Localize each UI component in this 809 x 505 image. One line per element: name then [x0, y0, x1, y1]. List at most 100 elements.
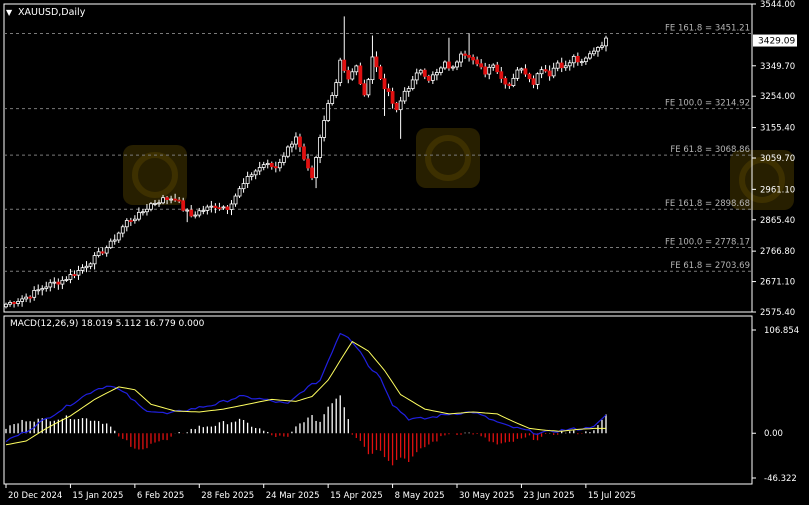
bull-candle: [229, 203, 234, 210]
bull-candle: [4, 303, 8, 308]
macd-tick-label: 0.00: [764, 429, 783, 439]
bear-candle: [507, 83, 512, 86]
time-tick-label: 15 Jan 2025: [72, 491, 123, 501]
bear-candle: [269, 162, 274, 168]
bull-candle: [261, 164, 266, 168]
bull-candle: [402, 90, 407, 102]
bull-candle: [551, 67, 556, 77]
bull-candle: [16, 301, 20, 304]
fib-level-label: FE 161.8 = 3451.21: [665, 24, 750, 34]
bear-candle: [394, 102, 399, 111]
price-chart-canvas[interactable]: FE 161.8 = 3451.21 FE 100.0 = 3214.92 FE 6…: [0, 0, 809, 501]
bull-candle: [241, 183, 246, 190]
bear-candle: [475, 59, 480, 65]
bull-candle: [48, 282, 53, 288]
bear-candle: [463, 53, 467, 56]
time-axis[interactable]: 20 Dec 2024 15 Jan 2025 6 Feb 2025 28 Feb 2…: [5, 484, 636, 501]
bull-candle: [354, 65, 359, 73]
bull-candle: [443, 61, 447, 69]
bear-candle: [28, 296, 33, 299]
bear-candle: [273, 166, 278, 169]
bull-candle: [149, 203, 153, 210]
bull-candle: [583, 57, 588, 63]
current-price-label: 3429.09: [758, 37, 795, 47]
bear-candle: [306, 158, 310, 169]
bull-candle: [249, 174, 254, 177]
bull-candle: [519, 68, 524, 71]
bull-candle: [157, 202, 161, 205]
bull-candle: [539, 69, 544, 75]
bull-candle: [84, 265, 89, 269]
price-tick-label: 3155.40: [760, 124, 795, 134]
current-price-tag: 3429.09: [753, 34, 797, 47]
chart-menu-icon[interactable]: ▼: [6, 8, 13, 17]
macd-header: MACD(12,26,9) 18.019 5.112 16.779 0.000: [10, 319, 205, 329]
bull-candle: [338, 59, 343, 83]
bull-candle: [120, 226, 125, 234]
bear-candle: [523, 68, 528, 75]
bull-candle: [92, 255, 97, 265]
bull-candle: [455, 61, 459, 68]
bull-candle: [205, 206, 210, 211]
bear-candle: [165, 197, 169, 200]
price-tick-label: 3544.00: [760, 0, 795, 10]
bull-candle: [40, 288, 45, 291]
price-tick-label: 3059.70: [760, 154, 795, 164]
price-tick-label: 2961.10: [760, 185, 795, 195]
time-tick-label: 20 Dec 2024: [8, 491, 62, 501]
bull-candle: [136, 211, 141, 220]
bear-candle: [422, 69, 427, 77]
price-tick-label: 3254.00: [760, 92, 795, 102]
candlestick-series: [4, 16, 608, 309]
bear-candle: [189, 209, 194, 217]
bull-candle: [350, 71, 355, 80]
bull-candle: [294, 136, 298, 145]
bull-candle: [116, 232, 121, 241]
bear-candle: [177, 199, 182, 202]
bull-candle: [44, 286, 49, 289]
bull-candle: [88, 263, 93, 267]
trading-terminal-window[interactable]: FE 161.8 = 3451.21 FE 100.0 = 3214.92 FE 6…: [0, 0, 809, 501]
bull-candle: [104, 247, 109, 254]
time-tick-label: 28 Feb 2025: [201, 491, 254, 501]
symbol-title: XAUUSD,Daily: [18, 7, 86, 18]
bull-candle: [24, 296, 29, 300]
bull-candle: [406, 88, 411, 92]
bull-candle: [596, 47, 600, 52]
bull-candle: [535, 73, 540, 85]
bull-candle: [579, 61, 584, 64]
macd-axis: 106.854 0.00 -46.322: [752, 326, 799, 484]
bull-candle: [185, 209, 190, 212]
bull-candle: [52, 281, 57, 284]
bull-candle: [370, 56, 375, 81]
bear-candle: [471, 56, 476, 61]
bull-candle: [285, 146, 290, 157]
bear-candle: [390, 91, 395, 104]
bear-candle: [386, 88, 391, 92]
bear-candle: [12, 302, 16, 304]
bull-candle: [193, 214, 198, 217]
fib-level-label: FE 61.8 = 3068.86: [670, 145, 750, 155]
bull-candle: [265, 162, 270, 166]
bear-candle: [378, 66, 383, 80]
bull-candle: [32, 290, 37, 298]
bull-candle: [64, 279, 69, 281]
bull-candle: [451, 66, 455, 69]
bear-candle: [531, 78, 536, 85]
bear-candle: [72, 274, 77, 276]
bear-candle: [547, 70, 552, 77]
bull-candle: [80, 267, 85, 271]
bull-candle: [153, 202, 157, 205]
bull-candle: [434, 72, 439, 76]
bull-candle: [563, 65, 568, 69]
time-tick-label: 15 Apr 2025: [330, 491, 383, 501]
bull-candle: [314, 157, 318, 179]
bear-candle: [173, 198, 178, 201]
bear-candle: [100, 251, 105, 254]
bull-candle: [60, 279, 65, 285]
macd-tick-label: -46.322: [764, 474, 797, 484]
bear-candle: [503, 78, 508, 85]
bear-candle: [374, 56, 379, 68]
bear-candle: [56, 281, 61, 285]
bull-candle: [459, 53, 463, 63]
